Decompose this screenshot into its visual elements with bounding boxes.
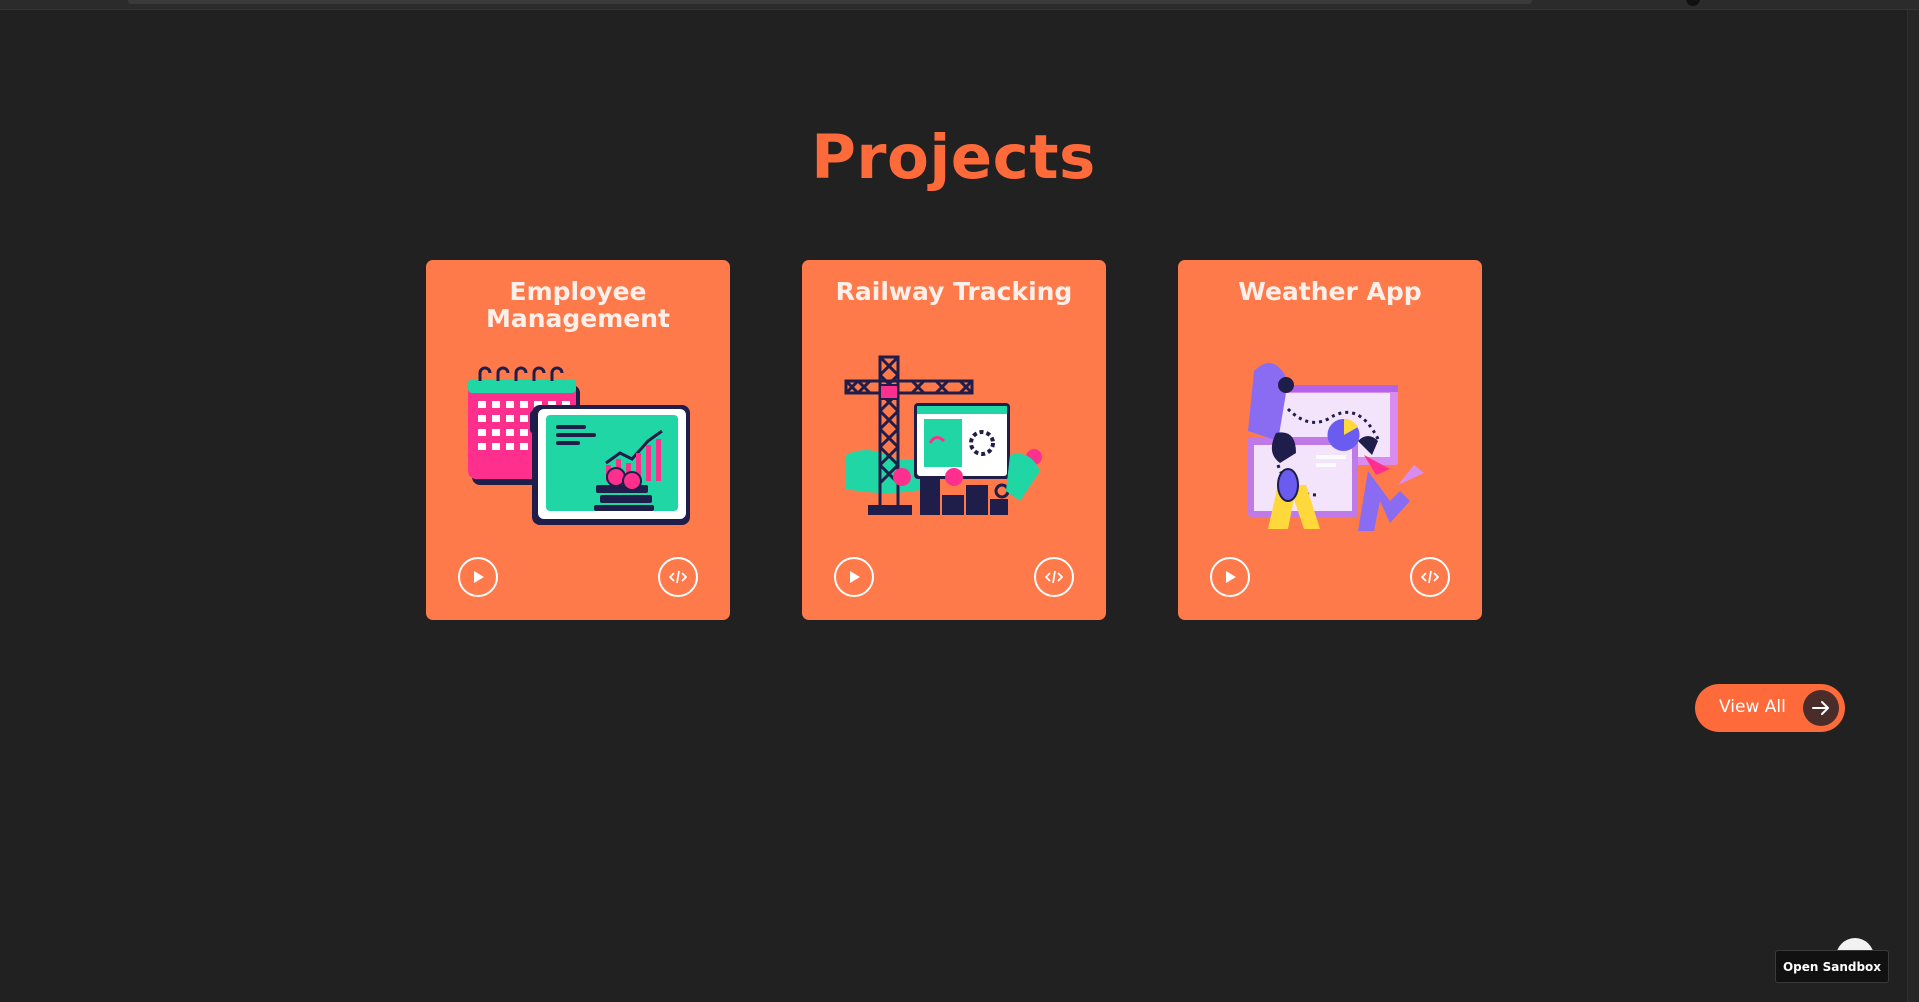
crane-dashboard-illustration bbox=[844, 355, 1042, 515]
play-icon bbox=[1226, 571, 1236, 583]
play-icon bbox=[474, 571, 484, 583]
arrow-right-icon bbox=[1803, 690, 1839, 726]
code-icon bbox=[669, 570, 687, 584]
browser-top-bar bbox=[0, 0, 1919, 10]
play-demo-button[interactable] bbox=[1210, 557, 1250, 597]
code-icon bbox=[1045, 570, 1063, 584]
view-all-label: View All bbox=[1719, 697, 1786, 717]
view-code-button[interactable] bbox=[1410, 557, 1450, 597]
project-card-weather-app: Weather App bbox=[1178, 260, 1482, 620]
project-title: Employee Management bbox=[485, 277, 671, 333]
section-title: Projects bbox=[811, 122, 1096, 193]
project-card-railway-tracking: Railway Tracking bbox=[802, 260, 1106, 620]
top-scroll-track bbox=[128, 0, 1532, 4]
calendar-chart-illustration bbox=[468, 366, 690, 525]
people-dashboard-illustration bbox=[1248, 363, 1424, 531]
open-sandbox-button[interactable]: Open Sandbox bbox=[1775, 950, 1889, 983]
view-code-button[interactable] bbox=[658, 557, 698, 597]
view-code-button[interactable] bbox=[1034, 557, 1074, 597]
play-icon bbox=[850, 571, 860, 583]
top-indicator-dot bbox=[1686, 0, 1700, 6]
project-card-employee-management: Employee Management bbox=[426, 260, 730, 620]
code-icon bbox=[1421, 570, 1439, 584]
view-all-button[interactable]: View All bbox=[1695, 684, 1845, 732]
vertical-scrollbar[interactable] bbox=[1907, 10, 1919, 1002]
project-title: Railway Tracking bbox=[835, 277, 1073, 306]
play-demo-button[interactable] bbox=[458, 557, 498, 597]
play-demo-button[interactable] bbox=[834, 557, 874, 597]
project-title: Weather App bbox=[1238, 277, 1422, 306]
